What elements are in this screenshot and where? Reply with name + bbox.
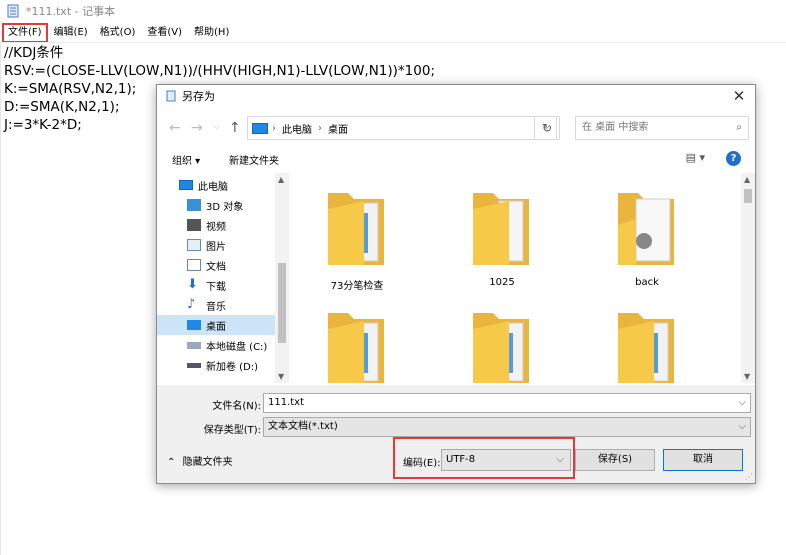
notepad-titlebar: *111.txt - 记事本: [0, 0, 786, 22]
recent-chevron-icon[interactable]: ⌵: [213, 122, 220, 132]
desktop-icon: [187, 320, 201, 330]
refresh-icon[interactable]: ↻: [534, 116, 560, 140]
folder-item[interactable]: back: [597, 185, 697, 288]
menu-divider: [0, 42, 786, 43]
new-folder-button[interactable]: 新建文件夹: [229, 152, 279, 167]
menu-view[interactable]: 查看(V): [141, 24, 188, 42]
folder-icon: [473, 313, 529, 383]
tree-item-documents[interactable]: 文档: [157, 255, 275, 275]
save-as-dialog: 另存为 ✕ ← → ⌵ ↑ › 此电脑 › 桌面 ⌵ ↻ 在 桌面 中搜索 ⌕ …: [156, 84, 756, 484]
drive-icon: [187, 362, 201, 368]
folder-icon: [328, 193, 384, 265]
film-icon: [187, 219, 201, 231]
up-arrow-icon[interactable]: ↑: [229, 120, 241, 136]
navigation-tree: 此电脑 3D 对象 视频 图片 文档 ⬇ 下载 ♪ 音乐 桌面 本地磁盘 (C:…: [157, 173, 289, 383]
cube-icon: [187, 199, 201, 211]
tree-item-music[interactable]: ♪ 音乐: [157, 295, 275, 315]
search-input[interactable]: 在 桌面 中搜索 ⌕: [575, 116, 749, 140]
chevron-up-icon: ⌃: [167, 457, 176, 468]
folder-item[interactable]: [307, 305, 407, 383]
download-icon: ⬇: [187, 277, 198, 292]
scroll-up-icon[interactable]: ▲: [744, 175, 750, 184]
savetype-select[interactable]: 文本文档(*.txt) ⌵: [263, 417, 751, 437]
menu-help[interactable]: 帮助(H): [188, 24, 235, 42]
tree-item-3d-objects[interactable]: 3D 对象: [157, 195, 275, 215]
file-scroll-thumb[interactable]: [744, 189, 752, 203]
drive-icon: [187, 341, 201, 349]
document-icon: [187, 259, 201, 271]
address-root[interactable]: 此电脑: [282, 121, 312, 136]
menu-file[interactable]: 文件(F): [2, 23, 48, 43]
tree-item-videos[interactable]: 视频: [157, 215, 275, 235]
cancel-button[interactable]: 取消: [663, 449, 743, 471]
chevron-down-icon[interactable]: ⌵: [738, 394, 746, 412]
tree-item-this-pc[interactable]: 此电脑: [157, 175, 275, 195]
navigation-bar: ← → ⌵ ↑ › 此电脑 › 桌面 ⌵ ↻ 在 桌面 中搜索 ⌕: [157, 113, 755, 143]
folder-item[interactable]: 73分笔检查: [307, 185, 407, 292]
chevron-down-icon[interactable]: ⌵: [556, 450, 564, 470]
folder-item[interactable]: 1025: [452, 185, 552, 288]
close-icon[interactable]: ✕: [731, 88, 747, 104]
dialog-toolbar: 组织 ▾ 新建文件夹 ▤ ▾ ?: [157, 147, 755, 171]
folder-icon: [328, 313, 384, 383]
computer-icon: [179, 180, 193, 190]
encoding-select[interactable]: UTF-8 ⌵: [441, 449, 571, 471]
dialog-title: 另存为: [182, 90, 215, 103]
savetype-label: 保存类型(T):: [203, 425, 261, 436]
music-icon: ♪: [187, 297, 196, 312]
view-options-icon[interactable]: ▤ ▾: [686, 151, 705, 164]
notepad-title: *111.txt - 记事本: [26, 5, 116, 18]
tree-scrollbar[interactable]: ▲ ▼: [275, 173, 289, 383]
save-button[interactable]: 保存(S): [575, 449, 655, 471]
chevron-down-icon[interactable]: ⌵: [738, 418, 746, 436]
search-icon: ⌕: [736, 122, 742, 133]
tree-item-pictures[interactable]: 图片: [157, 235, 275, 255]
menu-edit[interactable]: 编辑(E): [48, 24, 94, 42]
notepad-menubar: 文件(F) 编辑(E) 格式(O) 查看(V) 帮助(H): [0, 23, 786, 43]
scroll-down-icon[interactable]: ▼: [744, 372, 750, 381]
tree-item-volume-d[interactable]: 新加卷 (D:): [157, 355, 275, 375]
notepad-icon: [166, 90, 176, 102]
resize-grip-icon[interactable]: ⋰: [745, 472, 753, 481]
filename-label: 文件名(N):: [212, 401, 261, 412]
dialog-footer: 文件名(N): 111.txt ⌵ 保存类型(T): 文本文档(*.txt) ⌵…: [157, 385, 755, 483]
dialog-titlebar: 另存为: [157, 85, 755, 107]
folder-icon: [618, 313, 674, 383]
menu-format[interactable]: 格式(O): [94, 24, 142, 42]
tree-item-downloads[interactable]: ⬇ 下载: [157, 275, 275, 295]
folder-icon: [618, 193, 674, 265]
address-current[interactable]: 桌面: [328, 121, 348, 136]
folder-item[interactable]: [452, 305, 552, 383]
help-icon[interactable]: ?: [726, 151, 741, 166]
notepad-icon: [7, 4, 19, 18]
tree-scroll-thumb[interactable]: [278, 263, 286, 343]
forward-arrow-icon[interactable]: →: [191, 120, 203, 136]
back-arrow-icon[interactable]: ←: [169, 120, 181, 136]
filename-input[interactable]: 111.txt ⌵: [263, 393, 751, 413]
tree-item-desktop[interactable]: 桌面: [157, 315, 275, 335]
hide-folders-toggle[interactable]: ⌃ 隐藏文件夹: [167, 453, 233, 468]
folder-item[interactable]: [597, 305, 697, 383]
editor-border: [0, 43, 1, 555]
scroll-down-icon[interactable]: ▼: [278, 372, 284, 381]
tree-item-local-disk-c[interactable]: 本地磁盘 (C:): [157, 335, 275, 355]
encoding-label: 编码(E):: [403, 458, 441, 469]
file-list: 73分笔检查 1025 back: [291, 173, 741, 383]
file-list-scrollbar[interactable]: ▲ ▼: [741, 173, 755, 383]
folder-icon: [473, 193, 529, 265]
picture-icon: [187, 239, 201, 251]
organize-button[interactable]: 组织 ▾: [172, 152, 200, 167]
monitor-icon: [252, 122, 268, 134]
address-bar[interactable]: › 此电脑 › 桌面 ⌵: [247, 116, 557, 140]
scroll-up-icon[interactable]: ▲: [278, 175, 284, 184]
